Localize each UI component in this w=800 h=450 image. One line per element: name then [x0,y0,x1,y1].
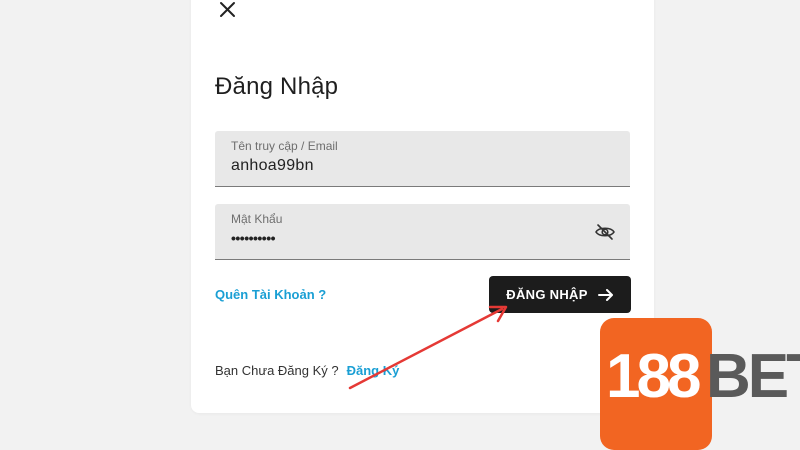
password-field[interactable]: Mật Khẩu •••••••••• [215,204,630,260]
signup-row: Bạn Chưa Đăng Ký ? Đăng Ký [215,363,399,378]
signup-prompt: Bạn Chưa Đăng Ký ? [215,363,339,378]
login-button[interactable]: ĐĂNG NHẬP [489,276,631,313]
eye-off-icon[interactable] [594,223,616,241]
forgot-account-link[interactable]: Quên Tài Khoản ? [215,287,326,302]
username-field[interactable]: Tên truy cập / Email anhoa99bn [215,131,630,187]
arrow-right-icon [597,288,614,301]
close-icon[interactable] [218,0,238,20]
brand-text: BET [706,342,800,411]
password-label: Mật Khẩu [231,212,283,226]
username-label: Tên truy cập / Email [231,139,338,153]
username-input[interactable]: anhoa99bn [231,157,314,175]
signup-link[interactable]: Đăng Ký [347,363,400,378]
password-input[interactable]: •••••••••• [231,230,276,246]
brand-number: 188 [606,342,701,411]
dialog-title: Đăng Nhập [215,73,339,100]
login-button-label: ĐĂNG NHẬP [506,287,588,302]
